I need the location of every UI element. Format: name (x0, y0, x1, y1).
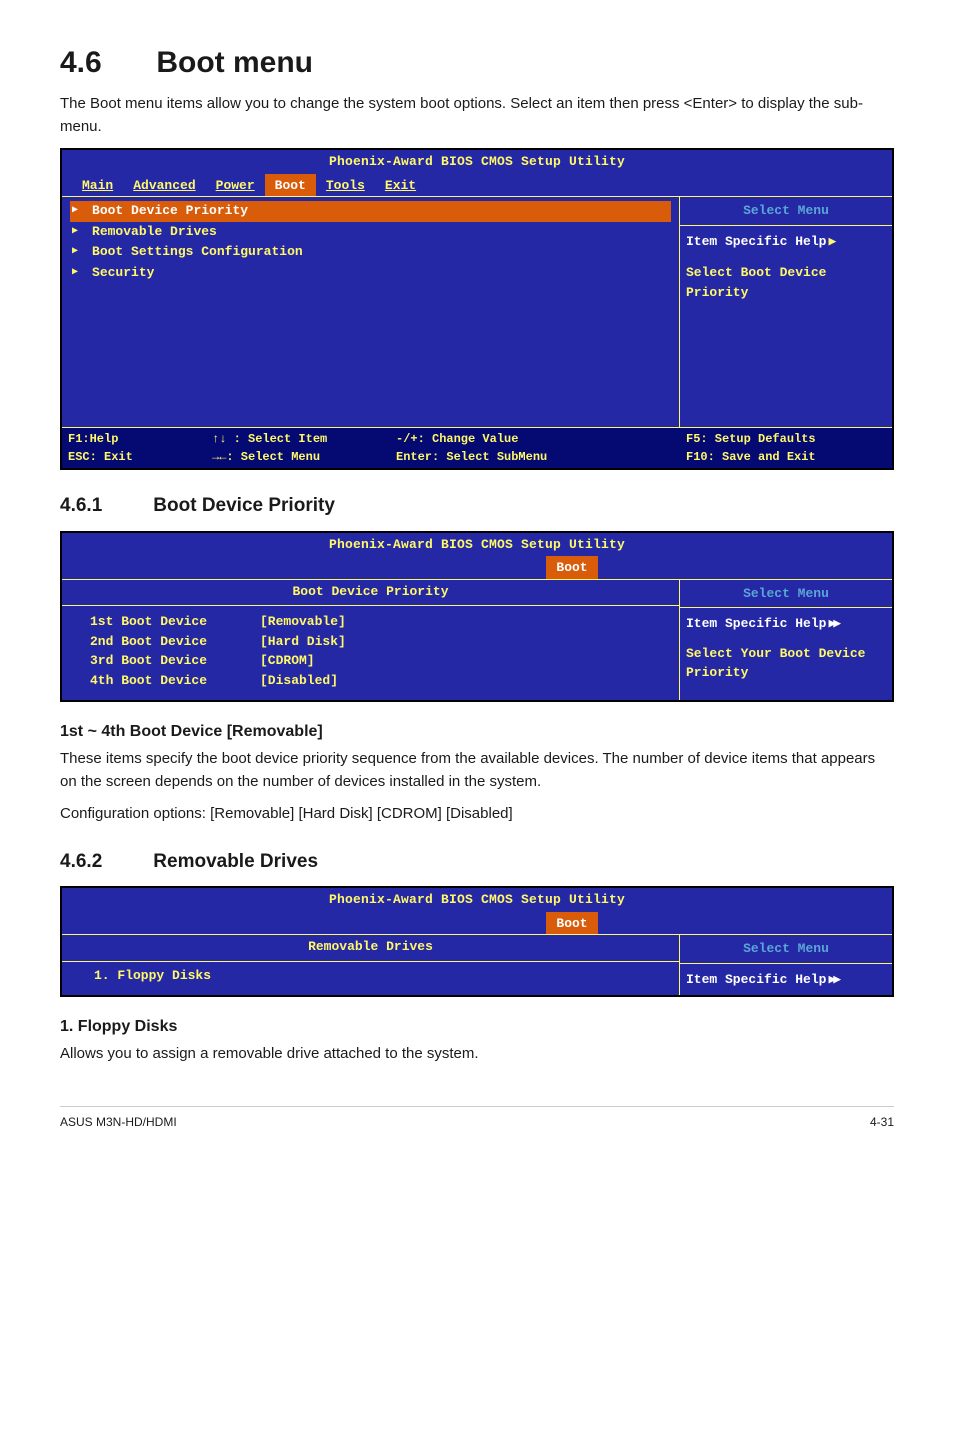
footer-rule (60, 1106, 894, 1107)
help-pane-heading: Item Specific Help (686, 234, 826, 249)
tab-boot[interactable]: Boot (546, 556, 597, 579)
help-pane-hint: Select Boot Device Priority (686, 263, 886, 302)
footer-page-number: 4-31 (870, 1113, 894, 1131)
row-1st-label[interactable]: 1st Boot Device (90, 612, 260, 632)
section-462-heading: 4.6.2 Removable Drives (60, 848, 894, 877)
help-pane-title: Select Menu (680, 580, 892, 609)
row-4th-label[interactable]: 4th Boot Device (90, 671, 260, 691)
tab-boot[interactable]: Boot (265, 174, 316, 197)
footer-leftright: →←: Select Menu (212, 448, 392, 466)
footer-f5: F5: Setup Defaults (686, 430, 886, 448)
help-pane-title: Select Menu (680, 935, 892, 964)
item-security[interactable]: ▶ Security (70, 263, 671, 284)
help-pane-heading: Item Specific Help (686, 972, 826, 987)
item-label: Removable Drives (92, 222, 217, 242)
footer-f10: F10: Save and Exit (686, 448, 886, 466)
item-removable-drives[interactable]: ▶ Removable Drives (70, 222, 671, 243)
bios-boot-menu: Phoenix-Award BIOS CMOS Setup Utility Ma… (60, 148, 894, 470)
row-2nd-label[interactable]: 2nd Boot Device (90, 632, 260, 652)
heading-number: 4.6 (60, 40, 148, 85)
footer-change: -/+: Change Value (396, 430, 682, 448)
bios-title: Phoenix-Award BIOS CMOS Setup Utility (62, 533, 892, 557)
boot-device-desc-1: These items specify the boot device prio… (60, 748, 894, 793)
triangle-icon: ▶ (72, 203, 78, 218)
section-number: 4.6.2 (60, 848, 148, 877)
triangle-icon: ▶▶ (828, 972, 838, 987)
triangle-icon: ▶ (828, 234, 833, 249)
help-pane-hint: Select Your Boot Device Priority (686, 644, 886, 683)
help-pane-title: Select Menu (680, 197, 892, 226)
item-boot-device-priority[interactable]: ▶ Boot Device Priority (70, 201, 671, 222)
tab-main[interactable]: Main (72, 174, 123, 197)
bios-title: Phoenix-Award BIOS CMOS Setup Utility (62, 888, 892, 912)
row-3rd-label[interactable]: 3rd Boot Device (90, 651, 260, 671)
subscreen-title: Removable Drives (62, 935, 679, 962)
section-number: 4.6.1 (60, 492, 148, 521)
page-heading: 4.6 Boot menu (60, 40, 894, 85)
footer-f1: F1:Help (68, 430, 208, 448)
item-label: Boot Settings Configuration (92, 242, 303, 262)
boot-device-desc-2: Configuration options: [Removable] [Hard… (60, 803, 894, 826)
help-pane-heading: Item Specific Help (686, 616, 826, 631)
tab-power[interactable]: Power (206, 174, 265, 197)
tab-exit[interactable]: Exit (375, 174, 426, 197)
item-label: Security (92, 263, 154, 283)
floppy-subheading: 1. Floppy Disks (60, 1015, 894, 1039)
row-floppy-disks[interactable]: 1. Floppy Disks (70, 966, 671, 987)
section-title: Boot Device Priority (153, 495, 335, 516)
footer-enter: Enter: Select SubMenu (396, 448, 682, 466)
footer-updown: ↑↓ : Select Item (212, 430, 392, 448)
tab-boot[interactable]: Boot (546, 912, 597, 935)
row-1st-value[interactable]: [Removable] (260, 612, 661, 632)
row-4th-value[interactable]: [Disabled] (260, 671, 661, 691)
floppy-desc: Allows you to assign a removable drive a… (60, 1043, 894, 1066)
triangle-icon: ▶ (72, 224, 78, 239)
bios-title: Phoenix-Award BIOS CMOS Setup Utility (62, 150, 892, 174)
triangle-icon: ▶ (72, 265, 78, 280)
subscreen-title: Boot Device Priority (62, 580, 679, 607)
row-2nd-value[interactable]: [Hard Disk] (260, 632, 661, 652)
item-label: Boot Device Priority (92, 201, 248, 221)
section-title: Removable Drives (153, 851, 318, 872)
bios-removable-drives: Phoenix-Award BIOS CMOS Setup Utility Bo… (60, 886, 894, 997)
boot-device-subheading: 1st ~ 4th Boot Device [Removable] (60, 720, 894, 744)
heading-title: Boot menu (156, 46, 313, 79)
row-3rd-value[interactable]: [CDROM] (260, 651, 661, 671)
bios-footer: F1:Help ↑↓ : Select Item -/+: Change Val… (62, 427, 892, 468)
bios-boot-device-priority: Phoenix-Award BIOS CMOS Setup Utility Bo… (60, 531, 894, 703)
item-boot-settings-configuration[interactable]: ▶ Boot Settings Configuration (70, 242, 671, 263)
triangle-icon: ▶ (72, 244, 78, 259)
triangle-icon: ▶▶ (828, 616, 838, 631)
item-label: 1. Floppy Disks (94, 966, 211, 986)
tab-advanced[interactable]: Advanced (123, 174, 205, 197)
footer-esc: ESC: Exit (68, 448, 208, 466)
footer-product: ASUS M3N-HD/HDMI (60, 1113, 177, 1131)
bios-menubar: Main Advanced Power Boot Tools Exit (62, 174, 892, 197)
section-461-heading: 4.6.1 Boot Device Priority (60, 492, 894, 521)
tab-tools[interactable]: Tools (316, 174, 375, 197)
intro-text: The Boot menu items allow you to change … (60, 93, 894, 138)
